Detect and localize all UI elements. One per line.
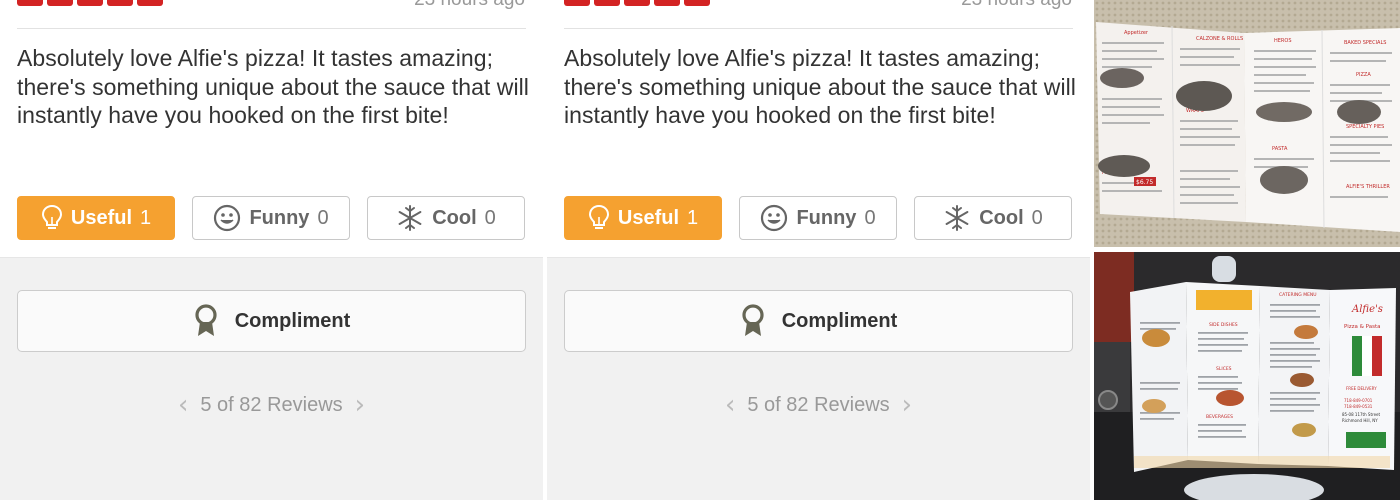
- chevron-left-icon[interactable]: ‹: [725, 392, 735, 418]
- review-pager: ‹ 5 of 82 Reviews ›: [0, 392, 543, 418]
- cool-count: 0: [1031, 206, 1043, 229]
- smiley-icon: [761, 204, 788, 232]
- useful-label: Useful: [70, 206, 132, 229]
- menu-phone: 718-849-0701: [1344, 398, 1373, 403]
- useful-count: 1: [687, 206, 699, 229]
- star-icon: [594, 0, 620, 6]
- star-rating: [564, 0, 710, 6]
- funny-count: 0: [317, 206, 329, 229]
- star-icon: [17, 0, 43, 6]
- review-timestamp: 23 hours ago: [414, 0, 525, 10]
- review-text: Absolutely love Alfie's pizza! It tastes…: [17, 45, 529, 128]
- menu-heading: BAKED SPECIALS: [1344, 40, 1386, 46]
- smiley-icon: [214, 204, 241, 232]
- review-timestamp: 23 hours ago: [961, 0, 1072, 10]
- funny-label: Funny: [249, 206, 310, 229]
- award-ribbon-icon: [742, 304, 764, 336]
- star-icon: [137, 0, 163, 6]
- funny-count: 0: [864, 206, 876, 229]
- menu-heading: CATERING MENU: [1279, 292, 1317, 298]
- vote-buttons: Useful 1 Funny 0 Cool 0: [17, 196, 525, 240]
- compliment-label: Compliment: [234, 309, 351, 332]
- review-panel-right: 23 hours ago Absolutely love Alfie's piz…: [547, 0, 1090, 500]
- menu-subtitle: Pizza & Pasta: [1344, 324, 1381, 330]
- menu-photo-top[interactable]: Appetizer CALZONE & ROLLS HEROS BAKED SP…: [1094, 0, 1400, 247]
- star-rating: [17, 0, 163, 6]
- funny-label: Funny: [796, 206, 857, 229]
- chevron-right-icon[interactable]: ›: [355, 392, 365, 418]
- cool-button[interactable]: Cool 0: [367, 196, 525, 240]
- menu-heading: HEROS: [1274, 38, 1292, 44]
- cool-label: Cool: [979, 206, 1024, 229]
- review-panel-left: 23 hours ago Absolutely love Alfie's piz…: [0, 0, 543, 500]
- funny-button[interactable]: Funny 0: [192, 196, 350, 240]
- price-tag: $6.75: [1136, 179, 1153, 186]
- useful-button[interactable]: Useful 1: [564, 196, 722, 240]
- chevron-right-icon[interactable]: ›: [902, 392, 912, 418]
- compliment-label: Compliment: [781, 309, 898, 332]
- menu-delivery: FREE DELIVERY: [1346, 386, 1377, 391]
- menu-heading: SLICES: [1216, 366, 1232, 372]
- menu-heading: PIZZA: [1356, 72, 1371, 78]
- star-icon: [624, 0, 650, 6]
- cool-button[interactable]: Cool 0: [914, 196, 1072, 240]
- pager-text: 5 of 82 Reviews: [747, 393, 890, 416]
- menu-photo-image: SIDE DISHES CATERING MENU SLICES BEVERAG…: [1094, 252, 1400, 500]
- funny-button[interactable]: Funny 0: [739, 196, 897, 240]
- snowflake-icon: [398, 205, 422, 231]
- useful-label: Useful: [617, 206, 679, 229]
- useful-count: 1: [140, 206, 152, 229]
- compliment-button[interactable]: Compliment: [564, 290, 1073, 352]
- star-icon: [654, 0, 680, 6]
- menu-photo-bottom[interactable]: SIDE DISHES CATERING MENU SLICES BEVERAG…: [1094, 252, 1400, 500]
- lightbulb-icon: [41, 204, 62, 229]
- lightbulb-icon: [588, 204, 609, 229]
- menu-heading: Appetizer: [1124, 30, 1149, 36]
- cool-count: 0: [484, 206, 496, 229]
- star-icon: [107, 0, 133, 6]
- star-icon: [47, 0, 73, 6]
- menu-heading: CALZONE & ROLLS: [1196, 36, 1243, 42]
- menu-heading: BEVERAGES: [1206, 414, 1233, 420]
- menu-heading: PASTA: [1272, 146, 1288, 152]
- menu-phone: 718-849-0531: [1344, 404, 1373, 409]
- vote-buttons: Useful 1 Funny 0 Cool 0: [564, 196, 1072, 240]
- menu-heading: SPECIALTY PIES: [1346, 124, 1384, 130]
- menu-address: Richmond Hill, NY: [1342, 418, 1378, 423]
- menu-address: 85-08 117th Street: [1342, 412, 1380, 417]
- useful-button[interactable]: Useful 1: [17, 196, 175, 240]
- menu-photo-image: Appetizer CALZONE & ROLLS HEROS BAKED SP…: [1094, 0, 1400, 247]
- menu-brand: Alfie's: [1351, 304, 1383, 315]
- divider: [564, 28, 1073, 29]
- menu-heading: ALFIE'S THRILLER: [1346, 184, 1390, 190]
- cool-label: Cool: [432, 206, 477, 229]
- award-ribbon-icon: [195, 304, 217, 336]
- divider: [17, 28, 526, 29]
- chevron-left-icon[interactable]: ‹: [178, 392, 188, 418]
- snowflake-icon: [945, 205, 969, 231]
- star-icon: [564, 0, 590, 6]
- review-text: Absolutely love Alfie's pizza! It tastes…: [564, 45, 1076, 128]
- review-pager: ‹ 5 of 82 Reviews ›: [547, 392, 1090, 418]
- pager-text: 5 of 82 Reviews: [200, 393, 343, 416]
- star-icon: [77, 0, 103, 6]
- star-icon: [684, 0, 710, 6]
- compliment-button[interactable]: Compliment: [17, 290, 526, 352]
- menu-heading: SIDE DISHES: [1209, 322, 1238, 328]
